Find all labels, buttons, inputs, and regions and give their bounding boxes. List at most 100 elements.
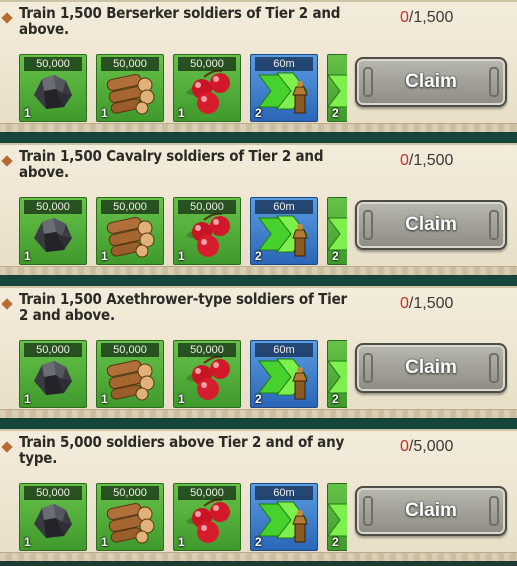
- reward-row: 50,000 1 50,000 1 50,000 1 60m 2 2: [19, 54, 347, 124]
- reward-tile[interactable]: 60m 2: [250, 483, 318, 551]
- bullet-diamond-icon: [1, 441, 13, 453]
- reward-tile[interactable]: 50,000 1: [96, 54, 164, 122]
- quest-title: Train 1,500 Cavalry soldiers of Tier 2 a…: [19, 147, 324, 181]
- quest-title: Train 1,500 Berserker soldiers of Tier 2…: [19, 4, 341, 38]
- claim-label: Claim: [405, 357, 457, 378]
- reward-tile[interactable]: 50,000 1: [96, 483, 164, 551]
- reward-tile[interactable]: 50,000 1: [173, 197, 241, 265]
- reward-tile[interactable]: 50,000 1: [173, 483, 241, 551]
- quest-title: Train 5,000 soldiers above Tier 2 and of…: [19, 433, 345, 467]
- reward-count: 2: [255, 392, 262, 406]
- reward-count: 1: [101, 392, 108, 406]
- card-trim: [0, 266, 517, 275]
- progress-target: /1,500: [408, 295, 454, 312]
- reward-amount: 50,000: [178, 57, 236, 71]
- reward-tile[interactable]: 50,000 1: [19, 54, 87, 122]
- reward-count: 1: [178, 535, 185, 549]
- quest-title: Train 1,500 Axethrower-type soldiers of …: [19, 290, 347, 324]
- reward-count: 2: [255, 106, 262, 120]
- reward-amount: 50,000: [24, 57, 82, 71]
- progress-current: 0: [400, 295, 409, 312]
- reward-amount: 50,000: [101, 343, 159, 357]
- reward-count: 2: [255, 249, 262, 263]
- reward-amount: 50,000: [178, 486, 236, 500]
- reward-row: 50,000 1 50,000 1 50,000 1 60m 2 2: [19, 197, 347, 267]
- claim-label: Claim: [405, 500, 457, 521]
- reward-tile[interactable]: 50,000 1: [96, 197, 164, 265]
- reward-amount: 60m: [255, 57, 313, 71]
- reward-count: 2: [332, 535, 339, 549]
- reward-count: 1: [24, 106, 31, 120]
- reward-amount: 50,000: [178, 200, 236, 214]
- reward-count: 2: [255, 535, 262, 549]
- bullet-diamond-icon: [1, 12, 13, 24]
- reward-count: 1: [24, 249, 31, 263]
- reward-amount: 50,000: [24, 343, 82, 357]
- reward-count: 2: [332, 249, 339, 263]
- reward-count: 1: [24, 392, 31, 406]
- reward-tile[interactable]: 60m 2: [250, 197, 318, 265]
- reward-tile[interactable]: 50,000 1: [19, 340, 87, 408]
- progress-current: 0: [400, 438, 409, 455]
- reward-tile[interactable]: 50,000 1: [96, 340, 164, 408]
- reward-amount: 50,000: [101, 200, 159, 214]
- reward-amount: 50,000: [101, 57, 159, 71]
- reward-amount: 50,000: [24, 200, 82, 214]
- card-trim: [0, 409, 517, 418]
- reward-count: 1: [24, 535, 31, 549]
- reward-amount: 50,000: [101, 486, 159, 500]
- reward-tile[interactable]: 50,000 1: [173, 54, 241, 122]
- reward-tile[interactable]: 60m 2: [250, 54, 318, 122]
- reward-tile[interactable]: 2: [327, 54, 347, 122]
- reward-row: 50,000 1 50,000 1 50,000 1 60m 2 2: [19, 340, 347, 410]
- claim-button[interactable]: Claim: [355, 343, 507, 393]
- reward-amount: 60m: [255, 343, 313, 357]
- quest-list: Train 1,500 Berserker soldiers of Tier 2…: [0, 0, 517, 566]
- reward-count: 1: [178, 106, 185, 120]
- reward-tile[interactable]: 2: [327, 483, 347, 551]
- progress-current: 0: [400, 152, 409, 169]
- reward-tile[interactable]: 50,000 1: [19, 197, 87, 265]
- quest-progress: 0/1,500: [400, 295, 453, 313]
- reward-count: 1: [178, 392, 185, 406]
- reward-tile[interactable]: 50,000 1: [173, 340, 241, 408]
- card-trim: [0, 552, 517, 561]
- card-divider: [0, 276, 517, 286]
- quest-card-3: Train 1,500 Axethrower-type soldiers of …: [0, 286, 517, 418]
- quest-card-1: Train 1,500 Berserker soldiers of Tier 2…: [0, 0, 517, 132]
- reward-amount: 60m: [255, 200, 313, 214]
- claim-button[interactable]: Claim: [355, 486, 507, 536]
- reward-count: 1: [101, 535, 108, 549]
- claim-label: Claim: [405, 71, 457, 92]
- progress-current: 0: [400, 9, 409, 26]
- reward-amount: 50,000: [178, 343, 236, 357]
- reward-row: 50,000 1 50,000 1 50,000 1 60m 2 2: [19, 483, 347, 553]
- quest-progress: 0/5,000: [400, 438, 453, 456]
- progress-target: /5,000: [408, 438, 454, 455]
- bullet-diamond-icon: [1, 155, 13, 167]
- quest-progress: 0/1,500: [400, 152, 453, 170]
- reward-amount: 60m: [255, 486, 313, 500]
- progress-target: /1,500: [408, 152, 454, 169]
- reward-count: 1: [178, 249, 185, 263]
- card-divider: [0, 419, 517, 429]
- claim-label: Claim: [405, 214, 457, 235]
- claim-button[interactable]: Claim: [355, 200, 507, 250]
- reward-count: 1: [101, 106, 108, 120]
- reward-tile[interactable]: 60m 2: [250, 340, 318, 408]
- reward-tile[interactable]: 2: [327, 197, 347, 265]
- reward-amount: 50,000: [24, 486, 82, 500]
- quest-card-2: Train 1,500 Cavalry soldiers of Tier 2 a…: [0, 143, 517, 275]
- bullet-diamond-icon: [1, 298, 13, 310]
- reward-count: 1: [101, 249, 108, 263]
- claim-button[interactable]: Claim: [355, 57, 507, 107]
- reward-count: 2: [332, 106, 339, 120]
- card-trim: [0, 123, 517, 132]
- card-divider: [0, 133, 517, 143]
- quest-progress: 0/1,500: [400, 9, 453, 27]
- quest-card-4: Train 5,000 soldiers above Tier 2 and of…: [0, 429, 517, 561]
- progress-target: /1,500: [408, 9, 454, 26]
- reward-tile[interactable]: 2: [327, 340, 347, 408]
- reward-tile[interactable]: 50,000 1: [19, 483, 87, 551]
- reward-count: 2: [332, 392, 339, 406]
